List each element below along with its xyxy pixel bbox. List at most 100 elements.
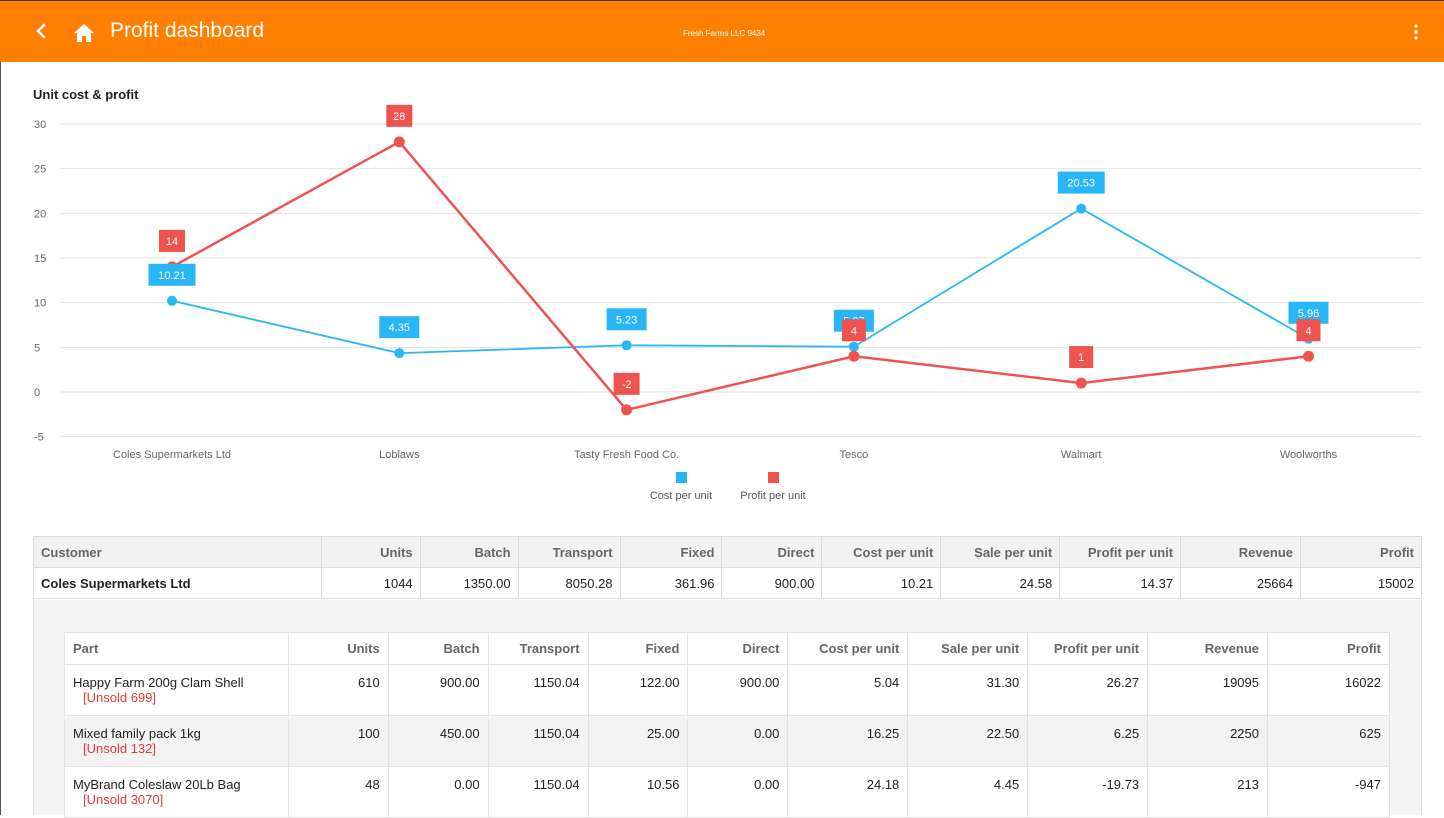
cost-data-label: 10.21 — [148, 263, 196, 286]
cell-units: 100 — [287, 715, 389, 767]
legend-swatch-profit — [767, 472, 779, 483]
part-name: Happy Farm 200g Clam Shell — [73, 675, 244, 690]
x-tick-label: Tesco — [840, 449, 869, 461]
col-header-transport[interactable]: Transport — [517, 536, 621, 568]
x-tick-label: Walmart — [1061, 449, 1102, 461]
cost-series-line — [171, 207, 1309, 355]
cell-sale-per-unit: 24.58 — [940, 567, 1061, 599]
unit-cost-profit-chart: 30 25 20 15 10 5 0 -5 Coles Supermarkets Ltd Lobl… — [34, 104, 1422, 461]
col-header-revenue[interactable]: Revenue — [1180, 536, 1301, 568]
x-tick-label: Tasty Fresh Food Co. — [574, 449, 679, 461]
legend-item-cost[interactable]: Cost per unit — [648, 472, 714, 502]
cell-cost-per-unit: 5.04 — [787, 664, 909, 716]
parts-table: Part Units Batch Transport Fixed Direct … — [64, 632, 1390, 818]
col-header-part[interactable]: Part — [64, 632, 289, 665]
cell-units: 1044 — [320, 567, 421, 599]
col-header-profit-per-unit[interactable]: Profit per unit — [1027, 632, 1149, 665]
table-header-row: Part Units Batch Transport Fixed Direct … — [64, 632, 1390, 665]
col-header-sale-per-unit[interactable]: Sale per unit — [907, 632, 1029, 665]
col-header-batch[interactable]: Batch — [387, 632, 489, 665]
profit-data-label: 14 — [159, 229, 185, 252]
unsold-badge: [Unsold 132] — [83, 741, 156, 756]
data-label-text: 14 — [166, 236, 178, 248]
part-name: Mixed family pack 1kg — [73, 726, 201, 741]
cell-units: 610 — [287, 664, 389, 716]
profit-data-label: 1 — [1069, 346, 1094, 369]
cell-customer: Coles Supermarkets Ltd — [33, 567, 322, 599]
y-tick-label: 5 — [34, 342, 40, 354]
col-header-profit-per-unit[interactable]: Profit per unit — [1059, 536, 1182, 568]
col-header-direct[interactable]: Direct — [687, 632, 789, 665]
cell-direct: 900.00 — [687, 664, 789, 716]
profit-data-point — [621, 404, 633, 416]
profit-series-line — [171, 140, 1309, 412]
cell-transport: 1150.04 — [487, 715, 589, 767]
unsold-badge: [Unsold 699] — [83, 690, 156, 705]
profit-data-label: 28 — [386, 104, 413, 127]
col-header-cost-per-unit[interactable]: Cost per unit — [821, 536, 942, 568]
cell-direct: 900.00 — [721, 567, 823, 599]
profit-data-point — [848, 350, 860, 362]
legend-label-profit: Profit per unit — [740, 490, 806, 502]
table-row[interactable]: Mixed family pack 1kg [Unsold 132] 100 4… — [64, 715, 1390, 767]
cell-revenue: 25664 — [1180, 567, 1301, 599]
cost-data-point — [848, 341, 859, 352]
x-tick-label: Coles Supermarkets Ltd — [113, 449, 231, 461]
y-tick-label: 30 — [34, 119, 46, 131]
cell-sale-per-unit: 4.45 — [907, 766, 1029, 818]
cell-transport: 8050.28 — [517, 567, 621, 599]
x-tick-label: Woolworths — [1280, 449, 1338, 461]
chart-legend: Cost per unit Profit per unit — [0, 472, 1444, 508]
col-header-transport[interactable]: Transport — [487, 632, 589, 665]
cell-sale-per-unit: 31.30 — [907, 664, 1029, 716]
cell-batch: 1350.00 — [419, 567, 519, 599]
legend-item-profit[interactable]: Profit per unit — [734, 472, 812, 502]
cell-transport: 1150.04 — [487, 766, 589, 818]
data-label-text: 20.53 — [1067, 178, 1095, 190]
legend-swatch-cost — [675, 472, 687, 483]
col-header-units[interactable]: Units — [320, 536, 421, 568]
data-label-text: 4.35 — [389, 322, 410, 334]
cell-transport: 1150.04 — [487, 664, 589, 716]
col-header-sale-per-unit[interactable]: Sale per unit — [940, 536, 1061, 568]
legend-label-cost: Cost per unit — [649, 490, 713, 502]
cell-profit-per-unit: 14.37 — [1059, 567, 1182, 599]
y-tick-label: 25 — [34, 164, 46, 176]
cell-fixed: 122.00 — [587, 664, 689, 716]
col-header-batch[interactable]: Batch — [419, 536, 519, 568]
cell-revenue: 2250 — [1147, 715, 1268, 767]
data-label-text: 4 — [851, 325, 857, 337]
col-header-fixed[interactable]: Fixed — [587, 632, 689, 665]
y-tick-label: 20 — [34, 208, 46, 220]
cell-revenue: 213 — [1147, 766, 1268, 818]
y-tick-label: 15 — [34, 253, 46, 265]
cost-data-label: 4.35 — [379, 316, 420, 339]
table-row[interactable]: Coles Supermarkets Ltd 1044 1350.00 8050… — [33, 567, 1422, 599]
profit-data-label: 4 — [1296, 319, 1321, 342]
data-label-text: 1 — [1078, 352, 1084, 364]
y-tick-label: 0 — [34, 387, 40, 399]
table-row[interactable]: Happy Farm 200g Clam Shell [Unsold 699] … — [64, 664, 1390, 716]
cell-part: Happy Farm 200g Clam Shell [Unsold 699] — [64, 664, 289, 716]
data-label-text: 4 — [1305, 325, 1311, 337]
customer-summary-table: Customer Units Batch Transport Fixed Dir… — [33, 536, 1422, 599]
col-header-units[interactable]: Units — [287, 632, 389, 665]
col-header-revenue[interactable]: Revenue — [1147, 632, 1268, 665]
profit-data-label: -2 — [613, 372, 640, 395]
col-header-customer[interactable]: Customer — [33, 536, 322, 568]
col-header-profit[interactable]: Profit — [1300, 536, 1422, 568]
col-header-fixed[interactable]: Fixed — [619, 536, 723, 568]
part-name: MyBrand Coleslaw 20Lb Bag — [73, 777, 241, 792]
cost-data-point — [621, 340, 632, 351]
profit-data-label: 4 — [841, 319, 866, 342]
cell-profit: 16022 — [1267, 664, 1390, 716]
table-row[interactable]: MyBrand Coleslaw 20Lb Bag [Unsold 3070] … — [64, 766, 1390, 818]
profit-data-point — [1075, 377, 1087, 389]
col-header-direct[interactable]: Direct — [721, 536, 823, 568]
table-header-row: Customer Units Batch Transport Fixed Dir… — [33, 536, 1422, 568]
col-header-cost-per-unit[interactable]: Cost per unit — [787, 632, 909, 665]
cell-profit: -947 — [1267, 766, 1390, 818]
y-tick-label: -5 — [34, 432, 44, 444]
data-label-text: 5.23 — [616, 314, 637, 326]
col-header-profit[interactable]: Profit — [1267, 632, 1390, 665]
